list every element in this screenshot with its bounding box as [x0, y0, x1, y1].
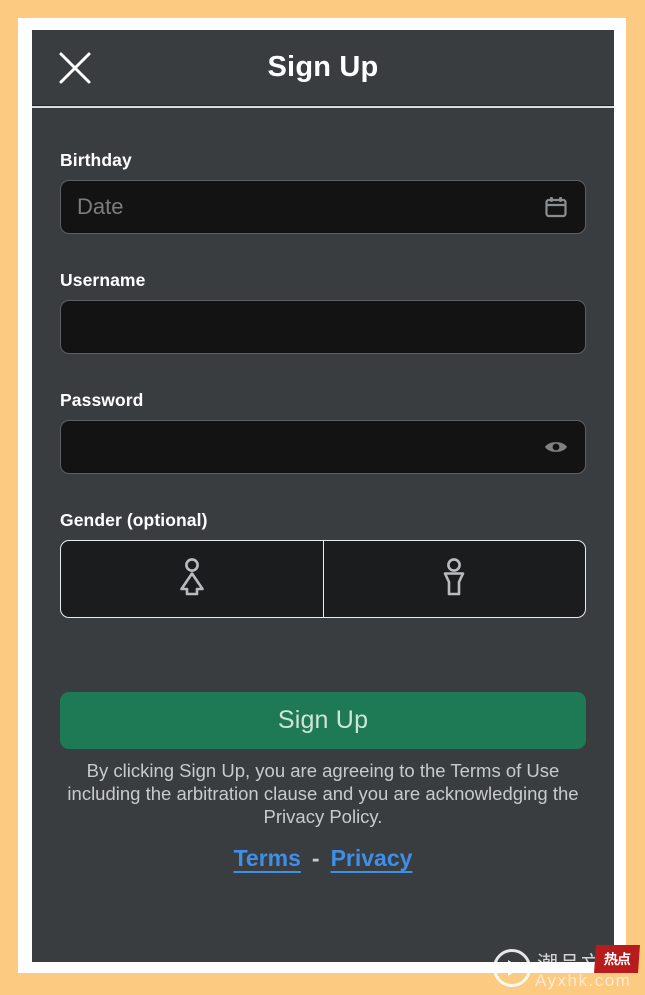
gender-option-male[interactable]	[324, 541, 586, 617]
male-person-icon	[437, 556, 471, 603]
password-input[interactable]	[60, 420, 586, 474]
username-field-group: Username	[60, 234, 586, 354]
username-label: Username	[60, 270, 146, 290]
close-icon	[56, 49, 94, 87]
signup-form: Birthday Date Username Password Gender (…	[32, 108, 614, 618]
gender-selector	[60, 540, 586, 618]
privacy-link[interactable]: Privacy	[331, 845, 413, 871]
username-input[interactable]	[60, 300, 586, 354]
links-separator: -	[311, 845, 320, 872]
gender-option-female[interactable]	[61, 541, 324, 617]
signup-action-area: Sign Up	[32, 618, 614, 749]
close-button[interactable]	[52, 45, 98, 91]
gender-field-group: Gender (optional)	[60, 474, 586, 618]
password-label: Password	[60, 390, 144, 410]
panel-header: Sign Up	[32, 30, 614, 108]
terms-link[interactable]: Terms	[234, 845, 301, 871]
birthday-placeholder: Date	[77, 194, 124, 219]
signup-panel: Sign Up Birthday Date Username Password …	[32, 30, 614, 962]
legal-links: Terms - Privacy	[32, 845, 614, 872]
password-field-group: Password	[60, 354, 586, 474]
birthday-label: Birthday	[60, 150, 132, 170]
legal-disclaimer: By clicking Sign Up, you are agreeing to…	[67, 760, 579, 827]
female-person-icon	[175, 556, 209, 603]
eye-icon[interactable]	[543, 436, 569, 458]
birthday-field-group: Birthday Date	[60, 108, 586, 234]
birthday-input[interactable]: Date	[60, 180, 586, 234]
signup-button[interactable]: Sign Up	[60, 692, 586, 749]
watermark-url: Ayxhk.com	[535, 971, 632, 990]
calendar-icon[interactable]	[543, 194, 569, 220]
gender-label: Gender (optional)	[60, 510, 208, 530]
page-title: Sign Up	[267, 51, 379, 83]
